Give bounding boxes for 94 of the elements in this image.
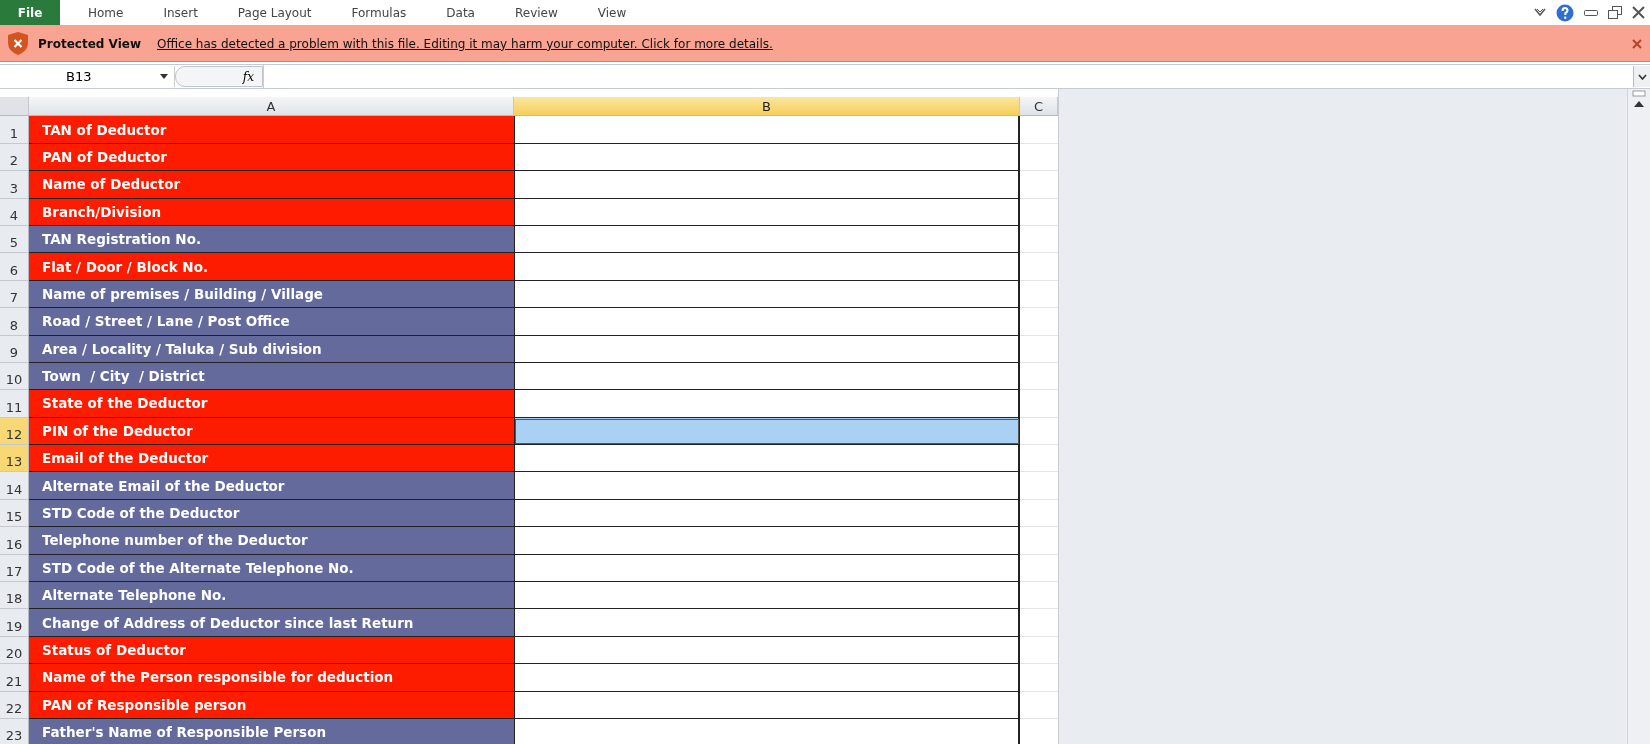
label-cell: Town / City / District: [29, 362, 514, 391]
input-cell[interactable]: [514, 445, 1020, 473]
label-cell: Area / Locality / Taluka / Sub division: [29, 335, 514, 363]
label-cell: PAN of Responsible person: [29, 691, 514, 719]
label-cell: Alternate Telephone No.: [29, 582, 514, 610]
input-cell[interactable]: [514, 308, 1020, 336]
row-header[interactable]: 17: [0, 554, 29, 583]
row-header[interactable]: 9: [0, 335, 29, 363]
row-header[interactable]: 14: [0, 472, 29, 500]
name-box[interactable]: B13: [0, 66, 175, 87]
dropdown-caret-icon[interactable]: [160, 74, 168, 79]
label-cell: Change of Address of Deductor since last Return: [29, 609, 514, 637]
input-cell[interactable]: [514, 280, 1020, 309]
input-cell[interactable]: [514, 198, 1020, 226]
insert-function-button[interactable]: fx: [175, 66, 263, 87]
input-cell[interactable]: [514, 636, 1020, 665]
label-cell: State of the Deductor: [29, 390, 514, 418]
label-cell: Name of premises / Building / Village: [29, 280, 514, 309]
input-cell[interactable]: [514, 527, 1020, 555]
column-header[interactable]: C: [1020, 97, 1058, 117]
expand-formula-button[interactable]: [1633, 66, 1650, 87]
input-cell[interactable]: [514, 582, 1020, 610]
label-cell: Email of the Deductor: [29, 445, 514, 473]
input-cell[interactable]: [514, 143, 1020, 172]
ribbon-tab[interactable]: Home: [68, 0, 144, 25]
column-header[interactable]: B: [514, 97, 1020, 117]
input-cell[interactable]: [514, 417, 1020, 446]
label-cell: STD Code of the Alternate Telephone No.: [29, 554, 514, 583]
row-header[interactable]: 15: [0, 499, 29, 528]
row-header[interactable]: 20: [0, 636, 29, 665]
row-header[interactable]: 6: [0, 253, 29, 281]
file-tab[interactable]: File: [0, 0, 60, 25]
row-header[interactable]: 19: [0, 609, 29, 637]
input-cell[interactable]: [514, 499, 1020, 528]
row-header[interactable]: 11: [0, 390, 29, 418]
row-header[interactable]: 1: [0, 116, 29, 144]
row-header[interactable]: 3: [0, 171, 29, 199]
details-link[interactable]: Office has detected a problem with this file. Editing it may harm your computer. Click for more details.: [157, 36, 773, 51]
row-header[interactable]: 23: [0, 719, 29, 744]
shield-icon: [8, 32, 28, 55]
input-cell[interactable]: [514, 691, 1020, 719]
minimize-icon[interactable]: [1584, 8, 1598, 17]
label-cell: Name of the Person responsible for deduction: [29, 664, 514, 692]
row-header[interactable]: 8: [0, 308, 29, 336]
input-cell[interactable]: [514, 253, 1020, 281]
row-header[interactable]: 22: [0, 691, 29, 719]
label-cell: Name of Deductor: [29, 171, 514, 199]
help-icon[interactable]: [1556, 3, 1574, 22]
label-cell: Road / Street / Lane / Post Office: [29, 308, 514, 336]
label-cell: PIN of the Deductor: [29, 417, 514, 446]
input-cell[interactable]: [514, 171, 1020, 199]
input-cell[interactable]: [514, 609, 1020, 637]
label-cell: TAN Registration No.: [29, 225, 514, 254]
label-cell: Flat / Door / Block No.: [29, 253, 514, 281]
vertical-scrollbar[interactable]: [1627, 89, 1650, 744]
ribbon-tab[interactable]: Insert: [143, 0, 218, 25]
label-cell: Father's Name of Responsible Person: [29, 719, 514, 744]
ribbon-tab[interactable]: Formulas: [331, 0, 427, 25]
row-header[interactable]: 7: [0, 280, 29, 309]
input-cell[interactable]: [514, 362, 1020, 391]
input-cell[interactable]: [514, 116, 1020, 144]
row-header[interactable]: 16: [0, 527, 29, 555]
input-cell[interactable]: [514, 719, 1020, 744]
protected-view-title: Protected View: [38, 36, 141, 51]
row-header[interactable]: 18: [0, 582, 29, 610]
row-header[interactable]: 2: [0, 143, 29, 172]
label-cell: STD Code of the Deductor: [29, 499, 514, 528]
ribbon-tab[interactable]: Page Layout: [217, 0, 332, 25]
label-cell: Alternate Email of the Deductor: [29, 472, 514, 500]
close-icon[interactable]: [1632, 6, 1645, 19]
row-header[interactable]: 13: [0, 445, 29, 473]
label-cell: PAN of Deductor: [29, 143, 514, 172]
row-header[interactable]: 5: [0, 225, 29, 254]
input-cell[interactable]: [514, 554, 1020, 583]
input-cell[interactable]: [514, 472, 1020, 500]
row-header[interactable]: 21: [0, 664, 29, 692]
label-cell: Status of Deductor: [29, 636, 514, 665]
collapse-ribbon-icon[interactable]: [1534, 8, 1546, 17]
caret-icon: [1637, 73, 1647, 80]
row-header[interactable]: 4: [0, 198, 29, 226]
row-header[interactable]: 12: [0, 417, 29, 446]
input-cell[interactable]: [514, 225, 1020, 254]
restore-icon[interactable]: [1608, 6, 1622, 19]
input-cell[interactable]: [514, 664, 1020, 692]
label-cell: Telephone number of the Deductor: [29, 527, 514, 555]
ribbon-tab[interactable]: Review: [494, 0, 578, 25]
input-cell[interactable]: [514, 335, 1020, 363]
label-cell: Branch/Division: [29, 198, 514, 226]
ribbon-tab[interactable]: View: [577, 0, 647, 25]
input-cell[interactable]: [514, 390, 1020, 418]
column-header[interactable]: A: [29, 97, 514, 117]
label-cell: TAN of Deductor: [29, 116, 514, 144]
ribbon-tab[interactable]: Data: [426, 0, 495, 25]
row-header[interactable]: 10: [0, 362, 29, 391]
